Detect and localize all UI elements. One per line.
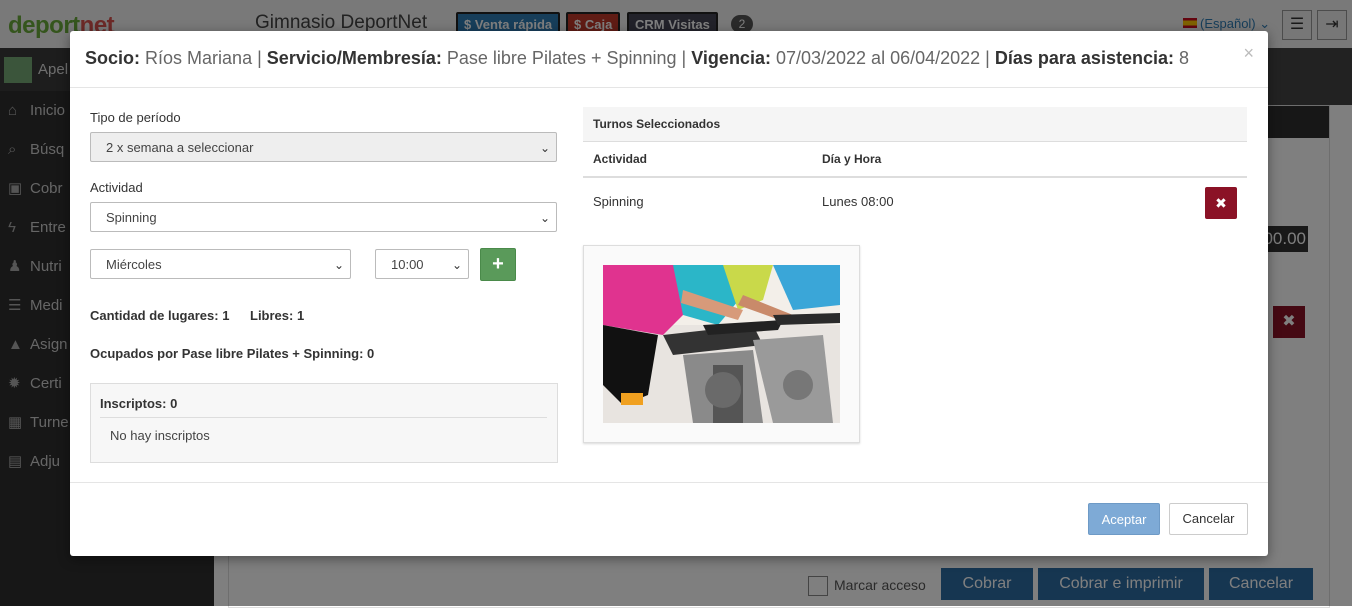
add-turno-button[interactable]: + bbox=[480, 248, 516, 281]
actividad-select[interactable]: Spinning ⌄ bbox=[90, 202, 557, 232]
socio-value: Ríos Mariana bbox=[145, 48, 253, 68]
turnos-table: Turnos Seleccionados Actividad Día y Hor… bbox=[583, 107, 1247, 226]
modal-header: Socio: Ríos Mariana | Servicio/Membresía… bbox=[70, 31, 1268, 88]
turnos-caption: Turnos Seleccionados bbox=[583, 107, 1247, 142]
aceptar-button[interactable]: Aceptar bbox=[1088, 503, 1160, 535]
activity-image-frame bbox=[583, 245, 860, 443]
chevron-down-icon: ⌄ bbox=[451, 258, 462, 272]
dias-label: Días para asistencia: bbox=[994, 48, 1174, 68]
tipo-periodo-select[interactable]: 2 x semana a seleccionar ⌄ bbox=[90, 132, 557, 162]
chevron-down-icon: ⌄ bbox=[539, 141, 550, 155]
chevron-down-icon: ⌄ bbox=[539, 211, 550, 225]
actividad-value: Spinning bbox=[106, 210, 157, 225]
dias-value: 8 bbox=[1179, 48, 1190, 68]
plus-icon: + bbox=[492, 253, 504, 275]
cancelar-button[interactable]: Cancelar bbox=[1169, 503, 1248, 535]
inscriptos-title: Inscriptos: 0 bbox=[100, 396, 178, 411]
close-icon: ✖ bbox=[1215, 195, 1227, 211]
row-actividad: Spinning bbox=[593, 194, 644, 209]
chevron-down-icon: ⌄ bbox=[333, 258, 344, 272]
turnos-header-row: Actividad Día y Hora bbox=[583, 142, 1247, 178]
tipo-periodo-value: 2 x semana a seleccionar bbox=[106, 140, 254, 155]
tipo-periodo-label: Tipo de período bbox=[90, 110, 181, 125]
servicio-value: Pase libre Pilates + Spinning bbox=[446, 48, 677, 68]
libres-count: Libres: 1 bbox=[250, 308, 305, 323]
table-row: Spinning Lunes 08:00 ✖ bbox=[583, 178, 1247, 226]
close-icon[interactable]: × bbox=[1243, 43, 1254, 64]
hora-select[interactable]: 10:00 ⌄ bbox=[375, 249, 469, 279]
col-dia-hora: Día y Hora bbox=[822, 152, 882, 166]
inscriptos-panel: Inscriptos: 0 No hay inscriptos bbox=[90, 383, 558, 463]
servicio-label: Servicio/Membresía: bbox=[266, 48, 442, 68]
inscriptos-empty: No hay inscriptos bbox=[110, 428, 210, 443]
modal-title: Socio: Ríos Mariana | Servicio/Membresía… bbox=[85, 48, 1189, 69]
dia-select[interactable]: Miércoles ⌄ bbox=[90, 249, 351, 279]
dia-value: Miércoles bbox=[106, 257, 162, 272]
ocupados-count: Ocupados por Pase libre Pilates + Spinni… bbox=[90, 346, 375, 361]
col-actividad: Actividad bbox=[593, 152, 648, 166]
row-dia-hora: Lunes 08:00 bbox=[822, 194, 894, 209]
spinning-photo bbox=[603, 265, 840, 423]
vigencia-value: 07/03/2022 al 06/04/2022 bbox=[775, 48, 981, 68]
actividad-label: Actividad bbox=[90, 180, 143, 195]
socio-label: Socio: bbox=[85, 48, 141, 68]
cantidad-lugares: Cantidad de lugares: 1 bbox=[90, 308, 230, 323]
vigencia-label: Vigencia: bbox=[691, 48, 771, 68]
title-separator: | bbox=[257, 48, 262, 68]
hora-value: 10:00 bbox=[391, 257, 424, 272]
turnos-modal: Socio: Ríos Mariana | Servicio/Membresía… bbox=[70, 31, 1268, 556]
title-separator: | bbox=[985, 48, 990, 68]
delete-turno-button[interactable]: ✖ bbox=[1205, 187, 1237, 219]
title-separator: | bbox=[681, 48, 687, 68]
